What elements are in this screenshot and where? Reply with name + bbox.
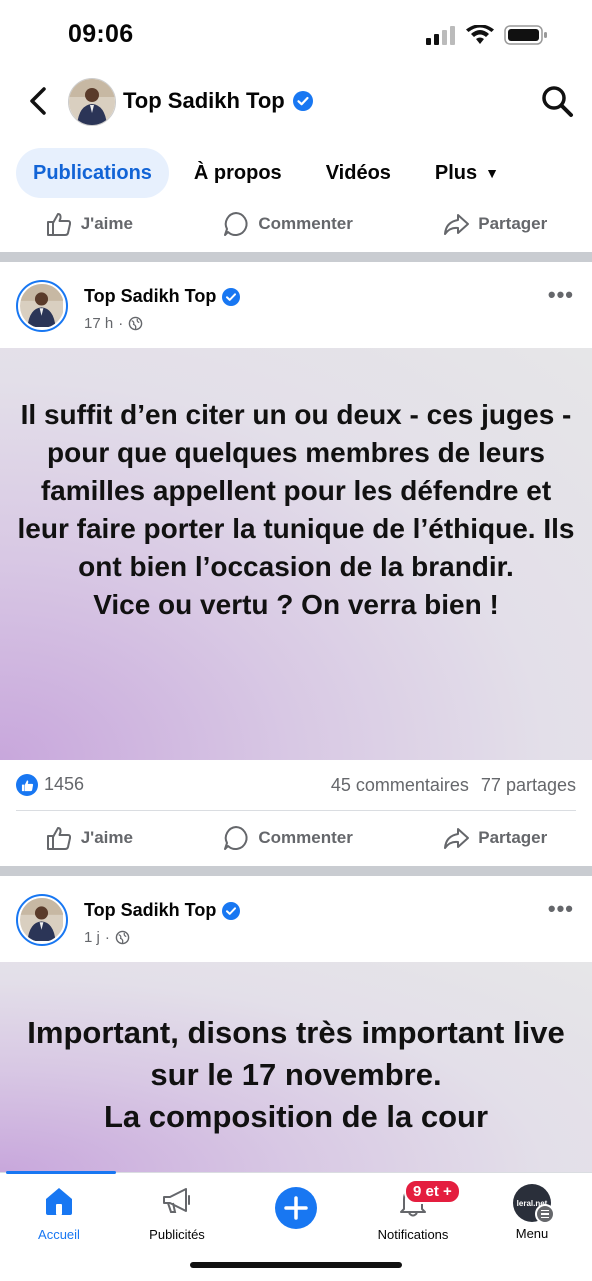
nav-menu[interactable]: leral.net Menu xyxy=(477,1184,587,1241)
active-tab-indicator xyxy=(6,1171,116,1174)
profile-photo-icon xyxy=(69,79,115,125)
share-icon xyxy=(444,214,470,235)
tab-label: Publications xyxy=(33,161,152,184)
plus-circle-icon xyxy=(275,1187,317,1229)
create-post-button[interactable] xyxy=(241,1186,351,1233)
tab-publications[interactable]: Publications xyxy=(16,148,169,198)
megaphone-icon xyxy=(163,1188,190,1213)
profile-photo-icon xyxy=(20,284,63,327)
post-author-name: Top Sadikh Top xyxy=(84,900,217,920)
feed-divider xyxy=(0,252,592,262)
shares-count[interactable]: 77 partages xyxy=(481,775,576,796)
share-icon xyxy=(444,828,470,849)
post-author-avatar[interactable] xyxy=(16,894,68,946)
post-author[interactable]: Top Sadikh Top xyxy=(84,900,241,921)
reactions-count[interactable]: 1456 xyxy=(16,774,85,797)
post-author-avatar[interactable] xyxy=(16,280,68,332)
tab-videos[interactable]: Vidéos xyxy=(309,148,408,198)
profile-photo-icon xyxy=(20,898,63,941)
stats-divider xyxy=(16,810,576,811)
tab-label: Plus xyxy=(434,161,478,184)
status-time: 09:06 xyxy=(68,20,134,48)
share-label: Partager xyxy=(478,214,548,233)
share-label: Partager xyxy=(478,828,548,847)
post-meta: 17 h · xyxy=(84,315,143,332)
comment-button[interactable]: Commenter xyxy=(222,210,353,238)
signal-icon xyxy=(426,26,455,45)
menu-lines-icon xyxy=(535,1204,555,1224)
post-text: Important, disons très important live su… xyxy=(27,1015,565,1134)
post-options-icon[interactable]: ••• xyxy=(548,896,574,922)
caret-down-icon: ▼ xyxy=(485,165,500,181)
post-time[interactable]: 1 j xyxy=(84,929,100,946)
post-text-background: Important, disons très important live su… xyxy=(0,962,592,1172)
comment-label: Commenter xyxy=(258,828,353,847)
post-options-icon[interactable]: ••• xyxy=(548,282,574,308)
verified-badge-icon xyxy=(292,91,313,111)
nav-notifications-label: Notifications xyxy=(377,1227,449,1242)
status-icons xyxy=(426,24,548,46)
share-button[interactable]: Partager xyxy=(442,210,547,238)
like-label: J'aime xyxy=(80,214,133,233)
thumbs-up-icon xyxy=(46,213,71,236)
wifi-icon xyxy=(466,25,494,44)
home-icon xyxy=(46,1188,72,1215)
post-author-name: Top Sadikh Top xyxy=(84,286,217,306)
profile-tabs: Publications À propos Vidéos Plus ▼ xyxy=(16,148,516,198)
reactions-number: 1456 xyxy=(44,774,85,794)
globe-icon xyxy=(115,930,130,945)
tab-more[interactable]: Plus ▼ xyxy=(418,148,516,198)
post-author[interactable]: Top Sadikh Top xyxy=(84,286,241,307)
search-icon[interactable] xyxy=(540,84,574,118)
like-button[interactable]: J'aime xyxy=(45,824,133,852)
comment-button[interactable]: Commenter xyxy=(222,824,353,852)
like-label: J'aime xyxy=(80,828,133,847)
nav-home[interactable]: Accueil xyxy=(4,1184,114,1242)
feed-divider xyxy=(0,866,592,876)
post-actions: J'aime Commenter Partager xyxy=(0,814,592,862)
nav-ads[interactable]: Publicités xyxy=(122,1184,232,1242)
home-indicator xyxy=(190,1262,402,1268)
post-text: Il suffit d’en citer un ou deux - ces ju… xyxy=(17,399,575,620)
comment-label: Commenter xyxy=(258,214,353,233)
tab-label: À propos xyxy=(193,161,282,184)
verified-badge-icon xyxy=(222,287,241,306)
nav-home-label: Accueil xyxy=(38,1227,80,1242)
notification-badge: 9 et + xyxy=(404,1179,461,1204)
post-time[interactable]: 17 h xyxy=(84,315,113,332)
page-title[interactable]: Top Sadikh Top xyxy=(123,88,313,114)
comment-icon xyxy=(224,212,248,236)
comments-count[interactable]: 45 commentaires xyxy=(331,775,469,796)
post-actions-prev: J'aime Commenter Partager xyxy=(0,200,592,248)
tab-label: Vidéos xyxy=(325,161,391,184)
nav-menu-label: Menu xyxy=(515,1226,549,1241)
thumbs-up-icon xyxy=(46,827,71,850)
verified-badge-icon xyxy=(222,901,241,920)
page-name: Top Sadikh Top xyxy=(123,88,285,113)
nav-ads-label: Publicités xyxy=(149,1227,205,1242)
globe-icon xyxy=(128,316,143,331)
page-avatar[interactable] xyxy=(68,78,116,126)
back-arrow-icon[interactable] xyxy=(24,84,54,118)
battery-icon xyxy=(504,25,547,45)
comment-icon xyxy=(224,826,248,850)
tab-about[interactable]: À propos xyxy=(177,148,299,198)
like-button[interactable]: J'aime xyxy=(45,210,133,238)
like-reaction-icon xyxy=(16,774,38,797)
share-button[interactable]: Partager xyxy=(442,824,547,852)
post-stats: 1456 45 commentaires 77 partages xyxy=(16,774,576,797)
post-meta: 1 j · xyxy=(84,929,130,946)
